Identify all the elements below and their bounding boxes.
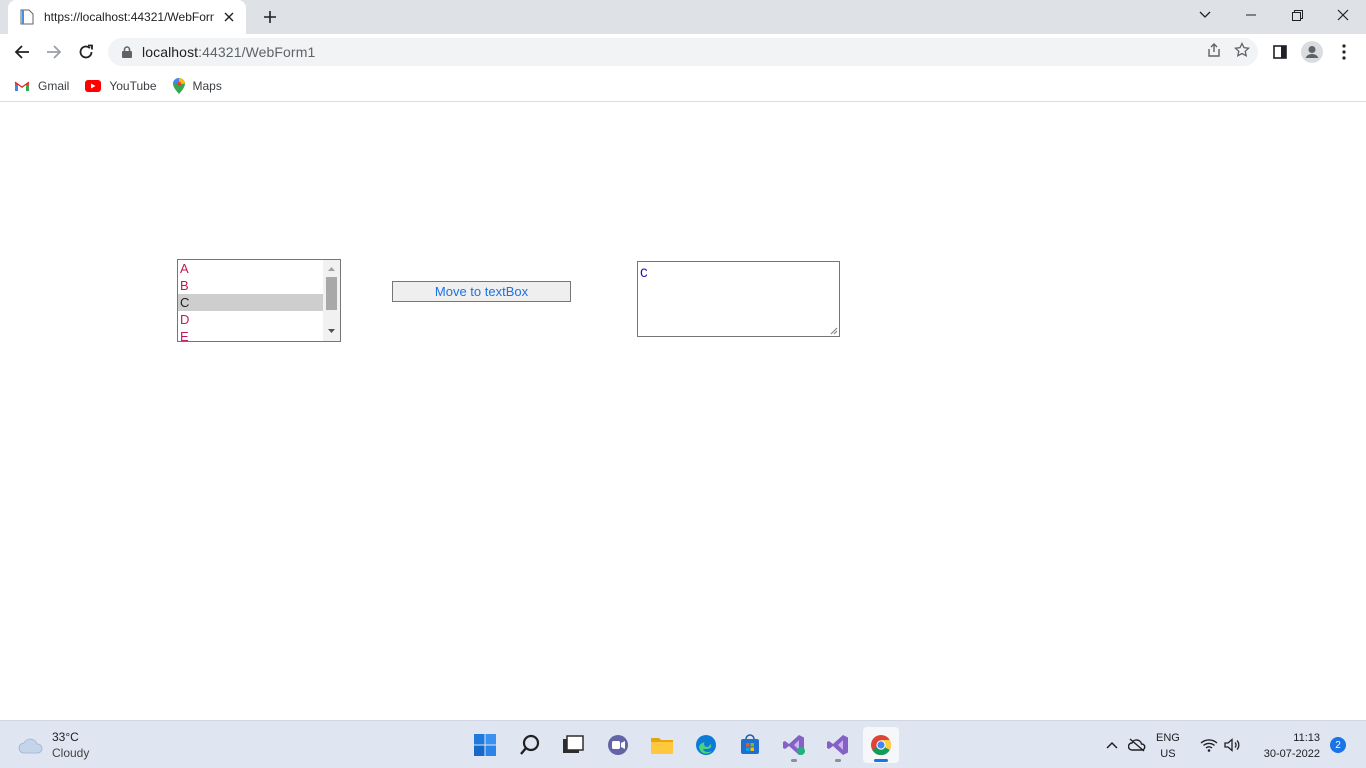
scroll-down-icon[interactable]: [327, 327, 336, 336]
taskbar-search-icon[interactable]: [512, 727, 548, 763]
listbox-option[interactable]: E: [178, 328, 324, 341]
output-textarea[interactable]: [637, 261, 840, 337]
profile-avatar[interactable]: [1298, 38, 1326, 66]
tab-title: https://localhost:44321/WebForm1: [44, 10, 214, 24]
side-panel-icon[interactable]: [1266, 38, 1294, 66]
start-button[interactable]: [467, 727, 503, 763]
bookmark-gmail[interactable]: Gmail: [14, 79, 69, 93]
share-icon[interactable]: [1206, 42, 1222, 61]
windows-taskbar: 33°C Cloudy ENG US 11:13 30-07-2022 2: [0, 720, 1366, 768]
bookmark-maps[interactable]: Maps: [172, 77, 222, 94]
document-icon: [20, 9, 34, 25]
visual-studio-icon[interactable]: [820, 727, 856, 763]
edge-browser-icon[interactable]: [688, 727, 724, 763]
browser-toolbar: localhost:44321/WebForm1: [0, 34, 1366, 70]
lock-icon[interactable]: [120, 45, 134, 59]
bookmarks-bar: Gmail YouTube Maps: [0, 70, 1366, 102]
close-tab-icon[interactable]: [220, 8, 238, 26]
listbox-option[interactable]: C: [178, 294, 324, 311]
tab-search-icon[interactable]: [1182, 0, 1228, 30]
back-icon[interactable]: [8, 38, 36, 66]
weather-widget[interactable]: 33°C Cloudy: [18, 729, 89, 761]
restore-icon[interactable]: [1274, 0, 1320, 30]
visual-studio-installer-icon[interactable]: [776, 727, 812, 763]
task-view-icon[interactable]: [555, 727, 591, 763]
listbox-option[interactable]: A: [178, 260, 324, 277]
scroll-up-icon[interactable]: [327, 264, 336, 273]
reload-icon[interactable]: [72, 38, 100, 66]
onedrive-offline-icon[interactable]: [1126, 727, 1148, 763]
new-tab-icon[interactable]: [258, 6, 282, 28]
teams-chat-icon[interactable]: [600, 727, 636, 763]
forward-icon[interactable]: [40, 38, 68, 66]
menu-kebab-icon[interactable]: [1330, 38, 1358, 66]
resize-grip-icon[interactable]: [828, 325, 838, 335]
listbox-option[interactable]: B: [178, 277, 324, 294]
system-clock[interactable]: 11:13 30-07-2022: [1254, 730, 1320, 762]
windows-logo-icon: [474, 734, 496, 756]
listbox-scrollbar[interactable]: [323, 260, 340, 341]
url-text: localhost:44321/WebForm1: [142, 44, 316, 60]
move-to-textbox-button[interactable]: Move to textBox: [392, 281, 571, 302]
maps-icon: [172, 77, 185, 94]
browser-tab[interactable]: https://localhost:44321/WebForm1: [8, 0, 246, 34]
show-hidden-icons-chevron-icon[interactable]: [1102, 727, 1122, 763]
file-explorer-icon[interactable]: [644, 727, 680, 763]
wifi-icon[interactable]: [1198, 727, 1220, 763]
scrollbar-thumb[interactable]: [326, 277, 337, 310]
bookmark-star-icon[interactable]: [1233, 41, 1251, 61]
volume-icon[interactable]: [1222, 727, 1244, 763]
input-language-indicator[interactable]: ENG US: [1156, 730, 1180, 762]
gmail-icon: [14, 81, 30, 91]
listbox-options: ABCDE: [178, 260, 324, 341]
microsoft-store-icon[interactable]: [732, 727, 768, 763]
youtube-icon: [85, 79, 102, 92]
letters-listbox[interactable]: ABCDE: [177, 259, 341, 342]
address-bar[interactable]: localhost:44321/WebForm1: [108, 38, 1258, 66]
cloud-icon: [18, 738, 43, 754]
listbox-option[interactable]: D: [178, 311, 324, 328]
bookmark-youtube[interactable]: YouTube: [85, 79, 157, 93]
weather-temp: 33°C: [52, 730, 79, 744]
tab-strip: https://localhost:44321/WebForm1: [0, 0, 1366, 34]
weather-desc: Cloudy: [52, 746, 90, 760]
notification-badge[interactable]: 2: [1330, 737, 1346, 753]
chrome-icon[interactable]: [863, 727, 899, 763]
minimize-icon[interactable]: [1228, 0, 1274, 30]
close-window-icon[interactable]: [1320, 0, 1366, 30]
